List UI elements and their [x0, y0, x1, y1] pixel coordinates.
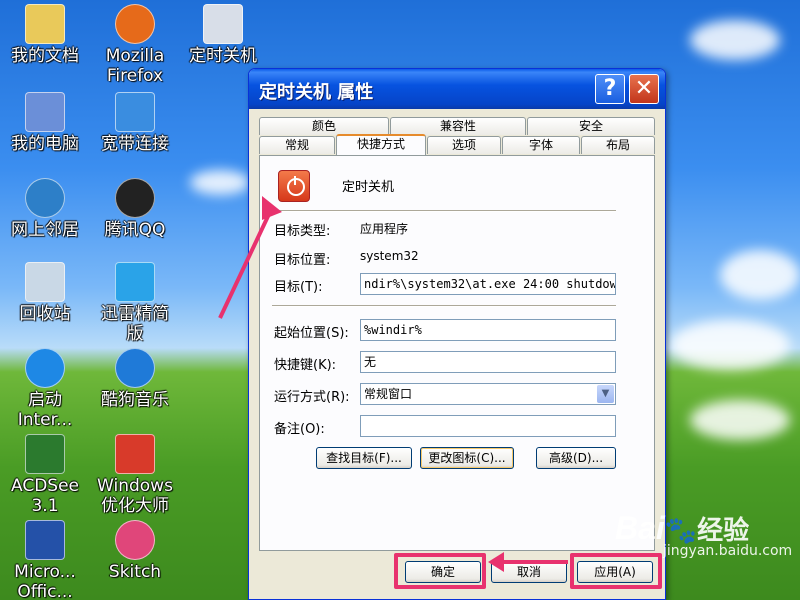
word-icon	[25, 520, 65, 560]
separator	[272, 210, 616, 212]
comment-field[interactable]	[360, 415, 616, 437]
desktop-icon-windows-optimizer[interactable]: Windows 优化大师	[90, 434, 180, 516]
desktop-icon-label: Skitch	[108, 562, 162, 582]
desktop-icon-internet-explorer[interactable]: 启动 Inter...	[0, 348, 90, 430]
desktop-icon-my-computer[interactable]: 我的电脑	[0, 92, 90, 154]
chevron-down-icon[interactable]: ▼	[597, 385, 614, 403]
cloud	[670, 320, 790, 370]
internet-explorer-icon	[25, 348, 65, 388]
desktop-icon-thunder[interactable]: 迅雷精简 版	[90, 262, 180, 344]
target-location-value: system32	[360, 249, 419, 263]
watermark-brand2: 经验	[697, 516, 750, 546]
desktop-icon-label: 迅雷精简 版	[101, 304, 169, 344]
desktop-icon-label: 启动 Inter...	[17, 390, 73, 430]
desktop-icon-label: 腾讯QQ	[104, 220, 166, 240]
desktop-icon-label: 回收站	[19, 304, 71, 324]
desktop-icon-label: Micro... Offic...	[14, 562, 76, 600]
cloud	[690, 400, 790, 440]
desktop-icon-label: ACDSee 3.1	[11, 476, 79, 516]
start-in-field[interactable]: %windir%	[360, 319, 616, 341]
desktop-icon-label: 宽带连接	[101, 134, 169, 154]
hotkey-field[interactable]: 无	[360, 351, 616, 373]
desktop-icon-shortcut-window[interactable]: 定时关机	[178, 4, 268, 66]
my-computer-icon	[25, 92, 65, 132]
desktop-icon-network[interactable]: 网上邻居	[0, 178, 90, 240]
cancel-button[interactable]: 取消	[491, 561, 567, 583]
desktop-icon-label: 我的文档	[11, 46, 79, 66]
desktop-icon-label: 我的电脑	[11, 134, 79, 154]
cloud	[190, 170, 250, 195]
start-in-label: 起始位置(S):	[274, 326, 349, 341]
run-select[interactable]: 常规窗口 ▼	[360, 383, 616, 405]
desktop-icon-kugou[interactable]: 酷狗音乐	[90, 348, 180, 410]
change-icon-button[interactable]: 更改图标(C)...	[420, 447, 514, 469]
skitch-icon	[115, 520, 155, 560]
broadband-icon	[115, 92, 155, 132]
target-location-label: 目标位置:	[274, 253, 331, 268]
find-target-button[interactable]: 查找目标(F)...	[316, 447, 412, 469]
thunder-icon	[115, 262, 155, 302]
close-button[interactable]: ✕	[629, 74, 659, 104]
watermark-brand: Bai	[615, 510, 665, 546]
desktop-icon-my-documents[interactable]: 我的文档	[0, 4, 90, 66]
desktop-icon-label: 酷狗音乐	[101, 390, 169, 410]
tab-general[interactable]: 常规	[259, 136, 335, 154]
run-select-value: 常规窗口	[364, 387, 413, 401]
separator	[272, 305, 616, 307]
desktop-icon-qq[interactable]: 腾讯QQ	[90, 178, 180, 240]
desktop-icon-firefox[interactable]: Mozilla Firefox	[90, 4, 180, 86]
acdsee-icon	[25, 434, 65, 474]
properties-dialog: 定时关机 属性 ? ✕ 颜色 兼容性 安全 常规 快捷方式 选项 字体 布局 定…	[248, 68, 666, 600]
ok-button[interactable]: 确定	[405, 561, 481, 583]
power-icon	[278, 170, 310, 202]
desktop-icon-word[interactable]: Micro... Offic...	[0, 520, 90, 600]
windows-optimizer-icon	[115, 434, 155, 474]
tab-row-bottom: 常规 快捷方式 选项 字体 布局	[259, 134, 656, 155]
tab-options[interactable]: 选项	[427, 136, 501, 154]
title-bar[interactable]: 定时关机 属性 ? ✕	[249, 69, 665, 109]
shortcut-panel: 定时关机 目标类型: 应用程序 目标位置: system32 目标(T): nd…	[259, 155, 655, 551]
shortcut-window-icon	[203, 4, 243, 44]
kugou-icon	[115, 348, 155, 388]
tab-font[interactable]: 字体	[502, 136, 580, 154]
dialog-title: 定时关机 属性	[259, 82, 374, 103]
tab-layout[interactable]: 布局	[581, 136, 655, 154]
advanced-button[interactable]: 高级(D)...	[536, 447, 616, 469]
recycle-bin-icon	[25, 262, 65, 302]
tab-compatibility[interactable]: 兼容性	[390, 117, 526, 135]
desktop-icon-broadband[interactable]: 宽带连接	[90, 92, 180, 154]
my-documents-icon	[25, 4, 65, 44]
desktop-icon-label: Mozilla Firefox	[105, 46, 165, 86]
comment-label: 备注(O):	[274, 422, 325, 437]
help-button[interactable]: ?	[595, 74, 625, 104]
target-type-value: 应用程序	[360, 222, 409, 236]
qq-icon	[115, 178, 155, 218]
shortcut-name: 定时关机	[342, 180, 395, 195]
apply-button[interactable]: 应用(A)	[577, 561, 653, 583]
run-label: 运行方式(R):	[274, 390, 350, 405]
tab-security[interactable]: 安全	[527, 117, 655, 135]
target-field[interactable]: ndir%\system32\at.exe 24:00 shutdown -s	[360, 273, 616, 295]
paw-icon: 🐾	[664, 516, 698, 546]
hotkey-label: 快捷键(K):	[274, 358, 337, 373]
baidu-watermark: Bai🐾经验 jingyan.baidu.com	[615, 510, 792, 559]
desktop-icon-recycle-bin[interactable]: 回收站	[0, 262, 90, 324]
desktop-icon-acdsee[interactable]: ACDSee 3.1	[0, 434, 90, 516]
desktop-icon-skitch[interactable]: Skitch	[90, 520, 180, 582]
tab-colors[interactable]: 颜色	[259, 117, 389, 135]
watermark-url: jingyan.baidu.com	[663, 543, 793, 559]
cloud	[720, 250, 800, 300]
desktop-icon-label: 网上邻居	[11, 220, 79, 240]
target-label: 目标(T):	[274, 280, 323, 295]
firefox-icon	[115, 4, 155, 44]
desktop-icon-label: 定时关机	[189, 46, 257, 66]
tab-row-top: 颜色 兼容性 安全	[259, 117, 656, 135]
network-icon	[25, 178, 65, 218]
target-type-label: 目标类型:	[274, 224, 331, 239]
desktop-icon-label: Windows 优化大师	[97, 476, 173, 516]
cloud	[690, 20, 780, 60]
tab-shortcut[interactable]: 快捷方式	[336, 134, 426, 155]
